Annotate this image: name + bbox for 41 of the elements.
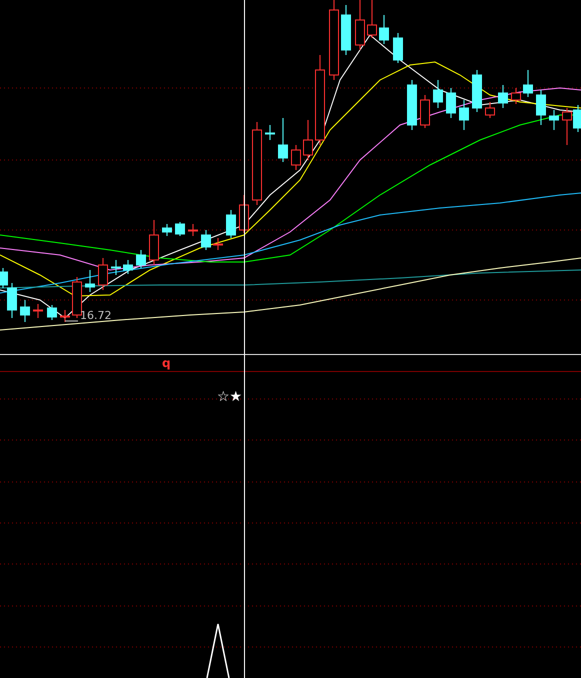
candlestick [226,210,236,238]
candlestick [136,250,146,268]
candlestick [72,276,82,318]
candlestick [149,220,159,266]
candlestick [201,230,211,250]
candlestick [459,100,469,130]
candlestick [549,110,559,130]
candlestick [498,84,508,108]
candlestick [60,310,70,322]
candlestick [278,118,288,162]
candlestick [33,304,43,318]
candlestick [111,260,121,276]
indicator-label: q [162,356,171,370]
candlestick [433,80,443,108]
candlestick [523,70,533,98]
candlestick [446,88,456,118]
candlestick [485,102,495,118]
low-price-label: 16.72 [80,309,112,322]
candlestick [341,4,351,56]
candlestick [265,124,275,140]
candlestick [511,88,521,104]
candlestick [562,108,572,146]
candlestick [213,238,223,250]
candlestick [162,224,172,236]
candlestick [98,258,108,290]
candlestick [420,94,430,128]
candlestick [536,90,546,126]
indicator-spike-drawing [206,623,230,678]
candlestick [303,120,313,160]
candlestick [85,270,95,292]
candlestick [123,260,133,274]
candlestick [47,304,57,320]
candlestick [472,70,482,112]
candlestick [407,80,417,130]
candlestick [393,32,403,64]
candlestick [175,222,185,236]
candlestick [379,14,389,44]
signal-stars: ☆★ [217,389,242,405]
candlestick [291,144,301,170]
candlestick [20,300,30,322]
candlestick [188,224,198,236]
